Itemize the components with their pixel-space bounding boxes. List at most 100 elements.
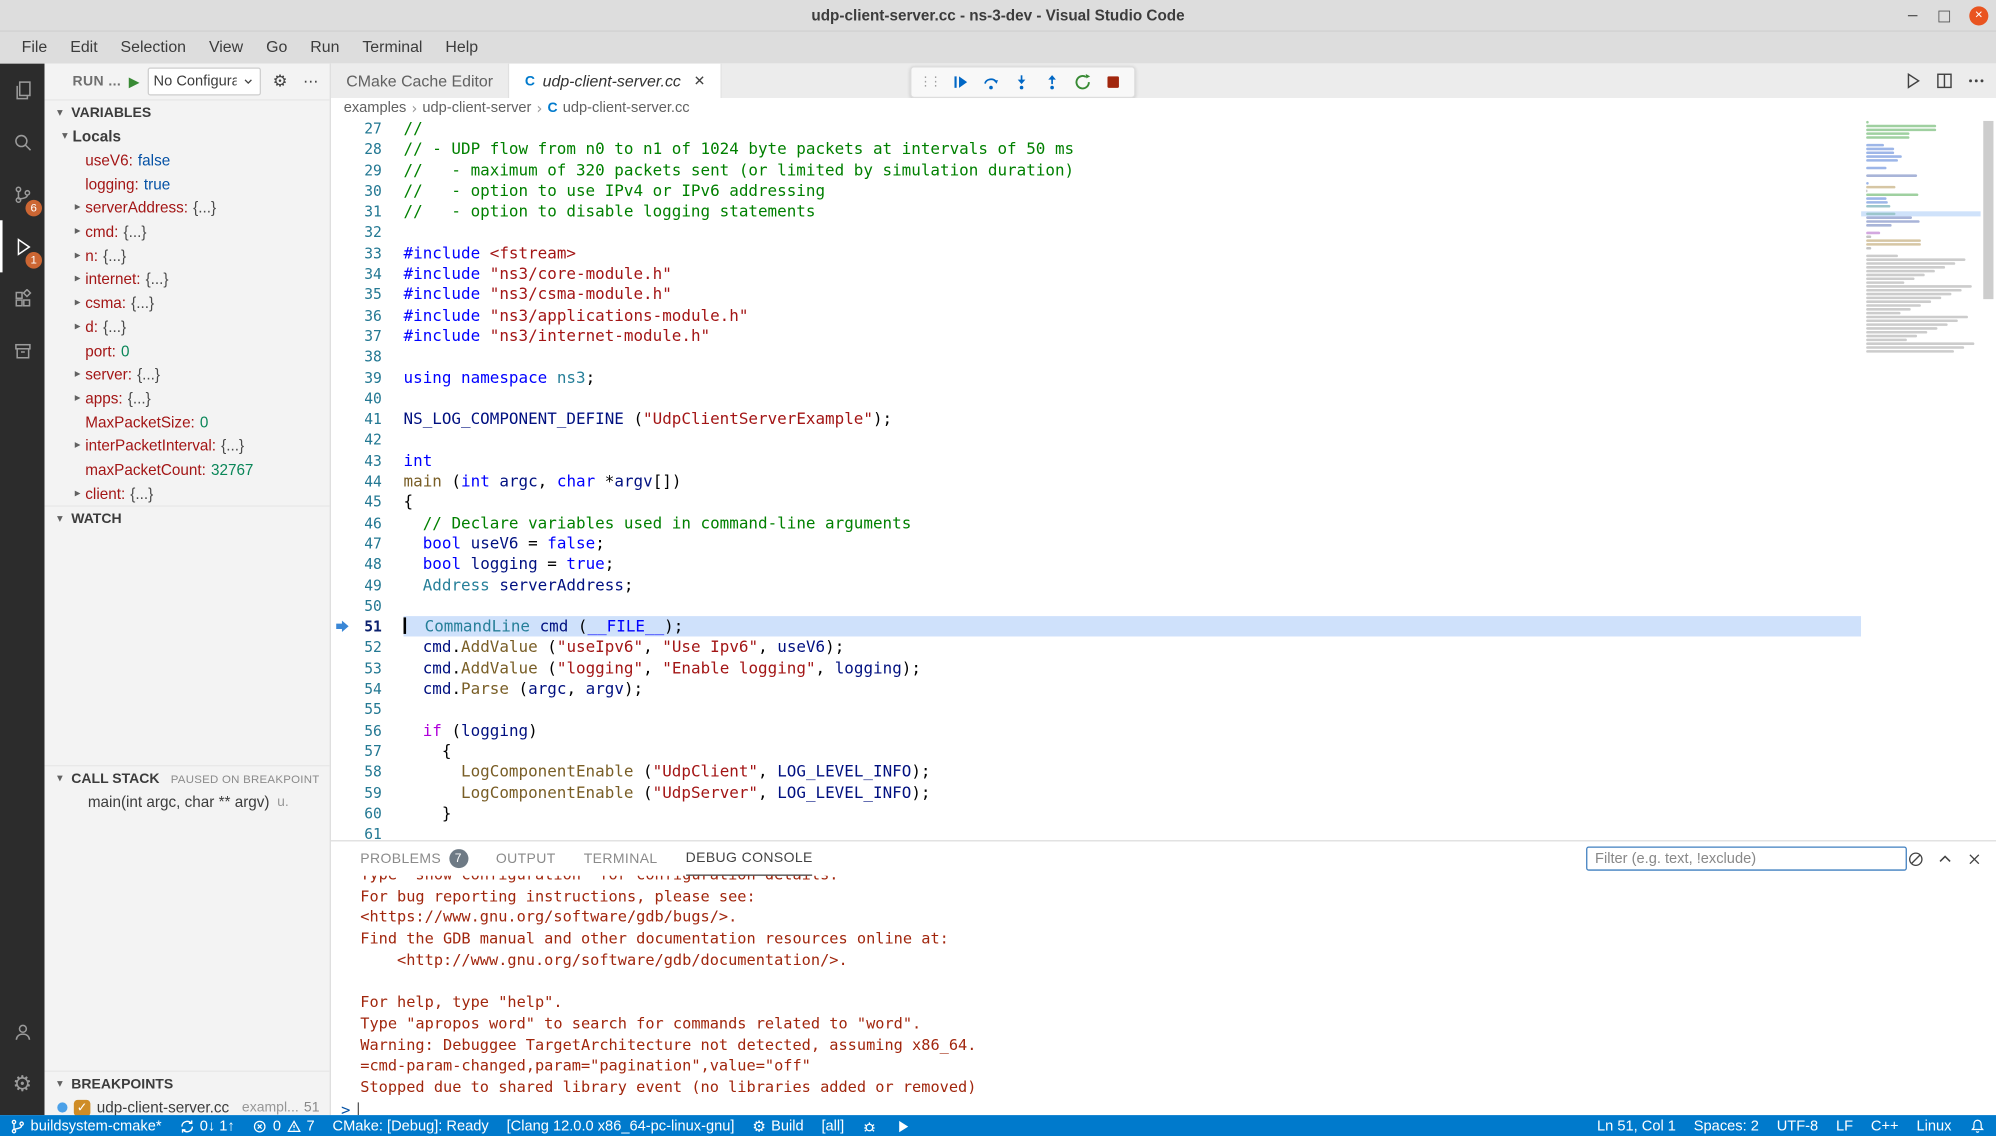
variable-row-apps[interactable]: ▸ apps: {...} (45, 386, 330, 410)
stop-button[interactable] (1100, 69, 1127, 96)
code-line-35[interactable]: 35 #include "ns3/csma-module.h" (331, 284, 1861, 305)
code-line-61[interactable]: 61 (331, 824, 1861, 840)
menu-run[interactable]: Run (299, 34, 351, 61)
code-line-48[interactable]: 48 bool logging = true; (331, 554, 1861, 575)
watch-header[interactable]: ▾ WATCH (45, 507, 330, 531)
panel-tab-terminal[interactable]: TERMINAL (584, 842, 658, 875)
status-os[interactable]: Linux (1916, 1118, 1951, 1133)
variable-row-internet[interactable]: ▸ internet: {...} (45, 267, 330, 291)
code-line-31[interactable]: 31 // - option to disable logging statem… (331, 201, 1861, 222)
variable-row-port[interactable]: port: 0 (45, 339, 330, 363)
variable-row-d[interactable]: ▸ d: {...} (45, 315, 330, 339)
variable-row-client[interactable]: ▸ client: {...} (45, 482, 330, 506)
code-line-27[interactable]: 27 // (331, 118, 1861, 139)
variable-row-n[interactable]: ▸ n: {...} (45, 244, 330, 268)
drag-handle-icon[interactable]: ⋮⋮ (919, 75, 939, 89)
editor-tab-cmake-cache-editor[interactable]: CMake Cache Editor (331, 64, 510, 98)
code-line-54[interactable]: 54 cmd.Parse (argc, argv); (331, 679, 1861, 700)
code-line-39[interactable]: 39 using namespace ns3; (331, 367, 1861, 388)
code-line-29[interactable]: 29 // - maximum of 320 packets sent (or … (331, 160, 1861, 181)
status-language-mode[interactable]: C++ (1871, 1118, 1899, 1133)
step-into-button[interactable] (1008, 69, 1035, 96)
code-line-46[interactable]: 46 // Declare variables used in command-… (331, 513, 1861, 534)
variable-row-useV6[interactable]: useV6: false (45, 149, 330, 173)
variable-row-MaxPacketSize[interactable]: MaxPacketSize: 0 (45, 410, 330, 434)
gear-icon[interactable]: ⚙ (269, 72, 292, 91)
code-line-58[interactable]: 58 LogComponentEnable ("UdpClient", LOG_… (331, 761, 1861, 782)
activity-item-archive-box[interactable] (0, 325, 45, 377)
status-git-branch[interactable]: buildsystem-cmake* (10, 1118, 161, 1133)
code-line-50[interactable]: 50 (331, 596, 1861, 617)
variable-row-serverAddress[interactable]: ▸ serverAddress: {...} (45, 196, 330, 220)
code-line-37[interactable]: 37 #include "ns3/internet-module.h" (331, 326, 1861, 347)
split-editor-icon[interactable] (1935, 71, 1954, 90)
maximize-icon[interactable]: □ (1937, 6, 1951, 24)
start-debug-icon[interactable]: ▶ (129, 73, 140, 90)
code-line-38[interactable]: 38 (331, 347, 1861, 368)
activity-item-run-and-debug[interactable]: 1 (0, 220, 45, 272)
code-line-47[interactable]: 47 bool useV6 = false; (331, 533, 1861, 554)
status-problems[interactable]: 07 (253, 1118, 315, 1133)
menu-view[interactable]: View (197, 34, 254, 61)
code-line-33[interactable]: 33 #include <fstream> (331, 243, 1861, 264)
status-encoding[interactable]: UTF-8 (1777, 1118, 1818, 1133)
code-line-42[interactable]: 42 (331, 430, 1861, 451)
code-line-43[interactable]: 43 int (331, 450, 1861, 471)
code-line-36[interactable]: 36 #include "ns3/applications-module.h" (331, 305, 1861, 326)
status-notifications[interactable] (1969, 1118, 1986, 1135)
step-out-button[interactable] (1039, 69, 1066, 96)
code-line-59[interactable]: 59 LogComponentEnable ("UdpServer", LOG_… (331, 782, 1861, 803)
menu-edit[interactable]: Edit (59, 34, 109, 61)
menu-help[interactable]: Help (434, 34, 490, 61)
more-actions-icon[interactable]: ⋯ (299, 73, 322, 91)
breadcrumb-item[interactable]: udp-client-server.cc (563, 101, 690, 116)
code-line-53[interactable]: 53 cmd.AddValue ("logging", "Enable logg… (331, 658, 1861, 679)
step-over-button[interactable] (978, 69, 1005, 96)
code-line-30[interactable]: 30 // - option to use IPv4 or IPv6 addre… (331, 181, 1861, 202)
code-line-57[interactable]: 57 { (331, 741, 1861, 762)
activity-item-account[interactable] (0, 1006, 45, 1058)
console-filter-input[interactable] (1586, 847, 1907, 871)
variable-row-logging[interactable]: logging: true (45, 172, 330, 196)
editor-scrollbar[interactable] (1981, 118, 1996, 840)
code-line-56[interactable]: 56 if (logging) (331, 720, 1861, 741)
panel-tab-output[interactable]: OUTPUT (496, 842, 556, 875)
code-line-44[interactable]: 44 main (int argc, char *argv[]) (331, 471, 1861, 492)
continue-button[interactable] (947, 69, 974, 96)
variable-row-cmd[interactable]: ▸ cmd: {...} (45, 220, 330, 244)
close-tab-icon[interactable]: ✕ (694, 73, 706, 90)
editor-tab-udp-client-server.cc[interactable]: C udp-client-server.cc ✕ (510, 64, 722, 98)
code-line-40[interactable]: 40 (331, 388, 1861, 409)
activity-item-settings[interactable]: ⚙ (0, 1058, 45, 1110)
menu-file[interactable]: File (10, 34, 59, 61)
code-line-51[interactable]: 51 CommandLine cmd (__FILE__); (331, 616, 1861, 637)
activity-item-explorer[interactable] (0, 64, 45, 116)
code-line-52[interactable]: 52 cmd.AddValue ("useIpv6", "Use Ipv6", … (331, 637, 1861, 658)
scope-row-locals[interactable]: ▾ Locals (45, 125, 330, 149)
run-file-icon[interactable] (1903, 71, 1922, 90)
activity-item-search[interactable] (0, 116, 45, 168)
maximize-panel-icon[interactable] (1936, 850, 1954, 868)
code-area[interactable]: 27 // 28 // - UDP flow from n0 to n1 of … (331, 118, 1861, 840)
activity-item-extensions[interactable] (0, 272, 45, 324)
breakpoint-checkbox[interactable]: ✓ (74, 1100, 91, 1117)
debug-config-dropdown[interactable]: No Configura (147, 67, 261, 95)
status-cmake-build[interactable]: ⚙Build (752, 1117, 803, 1135)
activity-item-source-control[interactable]: 6 (0, 168, 45, 220)
code-line-34[interactable]: 34 #include "ns3/core-module.h" (331, 264, 1861, 285)
scrollbar-thumb[interactable] (1983, 121, 1993, 299)
status-build-target[interactable]: [all] (821, 1118, 844, 1133)
status-indentation[interactable]: Spaces: 2 (1694, 1118, 1759, 1133)
breadcrumb-item[interactable]: examples (344, 101, 407, 116)
status-cmake-kit[interactable]: [Clang 12.0.0 x86_64-pc-linux-gnu] (507, 1118, 735, 1133)
close-icon[interactable]: ✕ (1969, 6, 1988, 25)
code-line-60[interactable]: 60 } (331, 803, 1861, 824)
menu-go[interactable]: Go (255, 34, 299, 61)
menu-selection[interactable]: Selection (109, 34, 197, 61)
code-line-49[interactable]: 49 Address serverAddress; (331, 575, 1861, 596)
variable-row-server[interactable]: ▸ server: {...} (45, 363, 330, 387)
code-line-45[interactable]: 45 { (331, 492, 1861, 513)
console-input-row[interactable]: > (341, 1101, 1996, 1115)
panel-tab-problems[interactable]: PROBLEMS 7 (360, 842, 468, 875)
status-cmake-status[interactable]: CMake: [Debug]: Ready (333, 1118, 489, 1133)
